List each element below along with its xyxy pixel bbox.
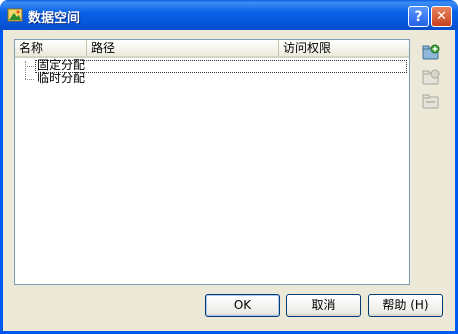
title-bar[interactable]: 数据空间 ? ✕: [0, 0, 458, 30]
ok-button-label: OK: [233, 298, 252, 312]
list-header: 名称 路径 访问权限: [15, 40, 409, 58]
close-button[interactable]: ✕: [431, 6, 452, 27]
data-space-app-icon: [7, 8, 23, 22]
folder-remove-icon[interactable]: [421, 92, 441, 110]
help-icon: ?: [414, 8, 423, 25]
dialog-client-area: 名称 路径 访问权限 固定分配 临时分配 OK 取消 帮助 (H): [3, 30, 455, 331]
tree-branch: [25, 79, 34, 81]
folder-edit-icon[interactable]: [421, 68, 441, 86]
list-item-name: 临时分配: [37, 71, 86, 85]
window-title: 数据空间: [28, 11, 81, 26]
folder-add-icon[interactable]: [421, 43, 441, 61]
focus-rectangle: [35, 60, 407, 73]
list-item[interactable]: 临时分配: [15, 71, 409, 86]
tree-branch: [25, 66, 34, 68]
cancel-button-label: 取消: [311, 298, 336, 312]
dialog-window: 数据空间 ? ✕ 名称 路径 访问权限 固定分配 临时分配 OK 取消 帮助 (…: [0, 0, 458, 334]
help-titlebar-button[interactable]: ?: [408, 6, 429, 27]
data-space-list[interactable]: 名称 路径 访问权限 固定分配 临时分配: [14, 39, 410, 285]
help-button[interactable]: 帮助 (H): [368, 294, 443, 317]
ok-button[interactable]: OK: [205, 294, 280, 317]
column-header-path[interactable]: 路径: [87, 40, 279, 56]
close-icon: ✕: [436, 9, 447, 24]
help-button-label: 帮助 (H): [382, 298, 429, 312]
column-header-access[interactable]: 访问权限: [279, 40, 409, 56]
cancel-button[interactable]: 取消: [286, 294, 361, 317]
column-header-name[interactable]: 名称: [15, 40, 87, 56]
